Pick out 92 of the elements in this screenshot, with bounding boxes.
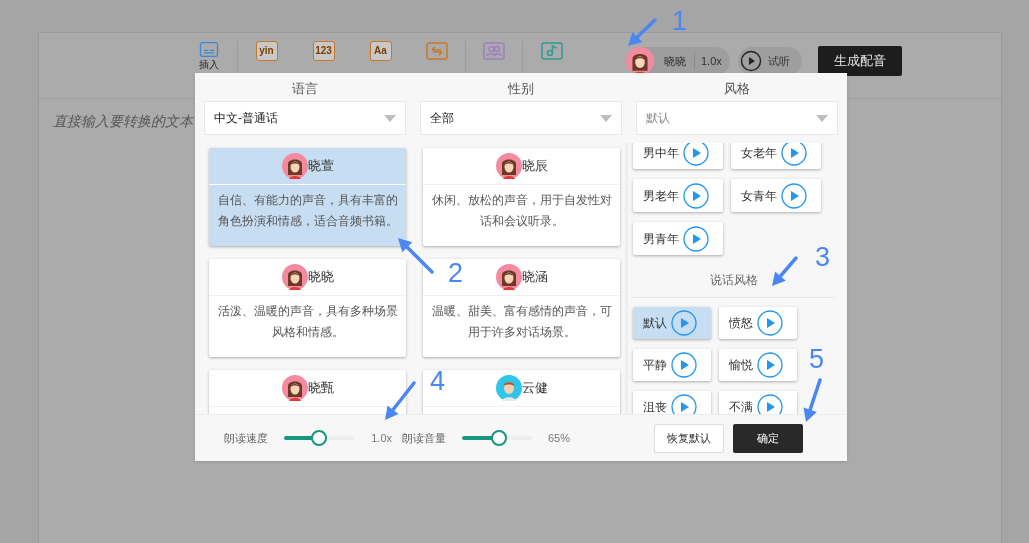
female-avatar-icon bbox=[281, 375, 308, 401]
female-avatar-icon bbox=[495, 153, 522, 179]
play-icon[interactable] bbox=[683, 182, 709, 209]
voice-description: 休闲、放松的声音，用于自发性对话和会议听录。 bbox=[430, 192, 613, 230]
voice-description: 活泼、温暖的声音，具有多种场景风格和情感。 bbox=[216, 303, 399, 341]
annotation-number: 3 bbox=[815, 242, 831, 272]
text-glyph-icon[interactable]: 123 bbox=[312, 41, 335, 61]
filter-label: 风格 bbox=[723, 81, 751, 97]
filter-select[interactable]: 全部 bbox=[420, 101, 622, 135]
annotation-arrow bbox=[628, 18, 657, 46]
style-label: 默认 bbox=[643, 315, 667, 332]
annotation-arrow bbox=[398, 238, 434, 274]
filter-select[interactable]: 默认 bbox=[636, 101, 838, 135]
voice-card-name: 晓晓 bbox=[307, 268, 334, 287]
slider-label: 朗读速度 bbox=[224, 430, 268, 446]
voice-description: 自信、有能力的声音，具有丰富的角色扮演和情感，适合音频书籍。 bbox=[216, 192, 399, 230]
role-label: 男青年 bbox=[643, 230, 679, 248]
female-avatar-icon bbox=[495, 264, 522, 290]
play-icon[interactable] bbox=[757, 310, 783, 336]
play-icon[interactable] bbox=[671, 352, 697, 378]
voice-card[interactable]: 晓萱 自信、有能力的声音，具有丰富的角色扮演和情感，适合音频书籍。 bbox=[209, 148, 406, 246]
style-option[interactable]: 平静 bbox=[633, 349, 711, 381]
voice-card-name: 晓萱 bbox=[307, 157, 334, 176]
voice-card-name: 晓辰 bbox=[521, 157, 548, 176]
female-avatar-icon bbox=[281, 153, 308, 179]
style-option[interactable]: 愉悦 bbox=[719, 349, 797, 381]
slider-reading: 1.0x bbox=[370, 430, 392, 446]
voice-chip[interactable]: 晓晓 1.0x bbox=[626, 47, 730, 75]
text-glyph-icon[interactable]: yin bbox=[255, 41, 278, 61]
preview-button[interactable]: 试听 bbox=[737, 47, 802, 75]
dropdown-caret-icon bbox=[600, 114, 612, 122]
dropdown-caret-icon bbox=[384, 114, 396, 122]
play-icon[interactable] bbox=[683, 143, 709, 166]
filter-label: 语言 bbox=[291, 81, 319, 97]
style-label: 愉悦 bbox=[729, 357, 753, 374]
subtitles-icon[interactable] bbox=[198, 41, 220, 58]
annotation-arrow bbox=[385, 381, 416, 420]
slider-thumb[interactable] bbox=[491, 430, 508, 446]
play-icon[interactable] bbox=[757, 352, 783, 378]
text-glyph-icon[interactable]: Aa bbox=[369, 41, 392, 61]
generate-button[interactable]: 生成配音 bbox=[817, 46, 902, 76]
voice-card-name: 晓涵 bbox=[521, 268, 548, 287]
annotation-number: 2 bbox=[448, 258, 464, 288]
filter-select[interactable]: 中文-普通话 bbox=[204, 101, 406, 135]
role-label: 女青年 bbox=[741, 187, 777, 205]
play-icon[interactable] bbox=[781, 182, 807, 209]
role-label: 男老年 bbox=[643, 187, 679, 205]
annotation-number: 1 bbox=[672, 6, 688, 36]
play-icon[interactable] bbox=[683, 225, 709, 252]
male-avatar-icon bbox=[495, 375, 522, 401]
slider-reading: 65% bbox=[546, 430, 570, 446]
style-label: 不满 bbox=[729, 399, 753, 414]
voice-description: 温暖、甜美、富有感情的声音，可用于许多对话场景。 bbox=[430, 303, 613, 341]
slider-label: 朗读音量 bbox=[402, 430, 446, 446]
play-icon[interactable] bbox=[671, 310, 697, 336]
role-option[interactable]: 女老年 bbox=[731, 143, 821, 169]
style-option[interactable]: 愤怒 bbox=[719, 307, 797, 339]
voice-card-name: 晓甄 bbox=[307, 379, 334, 398]
role-label: 女老年 bbox=[741, 144, 777, 162]
voice-card[interactable]: 晓辰 休闲、放松的声音，用于自发性对话和会议听录。 bbox=[423, 148, 620, 246]
style-label: 平静 bbox=[643, 357, 667, 374]
female-avatar-icon bbox=[626, 47, 654, 75]
confirm-button[interactable]: 确定 bbox=[733, 423, 803, 453]
style-label: 愤怒 bbox=[729, 315, 753, 332]
role-option[interactable]: 女青年 bbox=[731, 179, 821, 212]
annotation-arrow bbox=[803, 378, 822, 422]
style-label: 沮丧 bbox=[643, 399, 667, 414]
reset-button[interactable]: 恢复默认 bbox=[654, 423, 724, 453]
voice-name: 晓晓 bbox=[664, 53, 686, 69]
role-option[interactable]: 男中年 bbox=[633, 143, 723, 169]
section-title: 说话风格 bbox=[710, 272, 758, 289]
style-option[interactable]: 沮丧 bbox=[633, 391, 711, 414]
filter-label: 性别 bbox=[507, 81, 535, 97]
play-icon[interactable] bbox=[757, 394, 783, 414]
dropdown-caret-icon bbox=[816, 114, 828, 122]
play-icon[interactable] bbox=[671, 394, 697, 414]
voice-speed: 1.0x bbox=[694, 52, 722, 70]
female-avatar-icon bbox=[281, 264, 308, 290]
voice-card[interactable]: 晓甄 bbox=[209, 370, 406, 414]
role-option[interactable]: 男老年 bbox=[633, 179, 723, 212]
voice-card-name: 云健 bbox=[521, 379, 548, 398]
play-icon bbox=[739, 50, 762, 72]
style-option[interactable]: 不满 bbox=[719, 391, 797, 414]
play-icon[interactable] bbox=[781, 143, 807, 166]
role-label: 男中年 bbox=[643, 144, 679, 162]
style-option[interactable]: 默认 bbox=[633, 307, 711, 339]
role-option[interactable]: 男青年 bbox=[633, 222, 723, 255]
voice-card[interactable]: 晓晓 活泼、温暖的声音，具有多种场景风格和情感。 bbox=[209, 259, 406, 357]
annotation-number: 5 bbox=[809, 344, 825, 374]
slider-thumb[interactable] bbox=[311, 430, 327, 446]
tool-label[interactable]: 插入 bbox=[199, 59, 219, 71]
annotation-arrow bbox=[772, 256, 798, 286]
